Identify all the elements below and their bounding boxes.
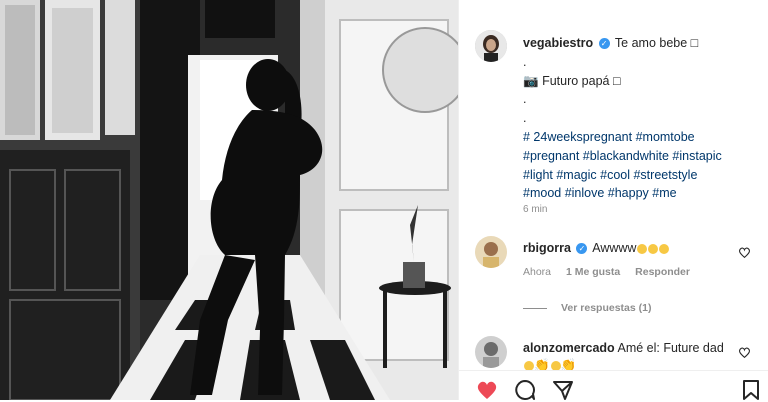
share-icon[interactable] (551, 378, 575, 402)
comment-meta: Ahora 1 Me gusta Responder (523, 266, 702, 278)
hashtags-line-3[interactable]: #light #magic #cool #streetstyle (523, 166, 758, 185)
replies-divider (523, 307, 547, 309)
comment-item: rbigorra ✓ Awwww Ahora 1 Me gusta Respon… (475, 236, 765, 291)
heart-outline-icon[interactable] (738, 346, 751, 359)
post-actions-bar (459, 370, 768, 401)
camera-icon: 📷 (523, 73, 539, 88)
caption-dot-2: . (523, 92, 527, 107)
comment-body: Awwww (592, 241, 637, 255)
caption-dot-1: . (523, 54, 527, 69)
caption-line-2: Futuro papá (542, 73, 613, 88)
post-photo[interactable] (0, 0, 458, 400)
comment-icon[interactable] (513, 378, 537, 402)
hashtags-line-1[interactable]: # 24weekspregnant #momtobe (523, 128, 758, 147)
commenter-username[interactable]: alonzomercado (523, 341, 615, 355)
commenter-avatar[interactable] (475, 236, 507, 268)
heart-eyes-emoji-icon (637, 243, 648, 254)
verified-badge-icon: ✓ (598, 38, 610, 50)
post-side-panel: vegabiestro ✓ Te amo bebe □ . 📷 Futuro p… (458, 0, 768, 400)
instagram-post-view: vegabiestro ✓ Te amo bebe □ . 📷 Futuro p… (0, 0, 768, 400)
author-username[interactable]: vegabiestro (523, 36, 593, 50)
caption-line-1: Te amo bebe (614, 36, 691, 50)
commenter-avatar-image (475, 236, 507, 268)
heart-filled-icon[interactable] (475, 378, 499, 402)
author-avatar[interactable] (475, 30, 507, 62)
heart-eyes-emoji-icon (659, 243, 670, 254)
author-avatar-image (475, 30, 507, 62)
view-replies-label: Ver respuestas (1) (561, 302, 652, 314)
comment-item: alonzomercado Amé el: Future dad 👏 👏 (475, 336, 765, 372)
heart-eyes-emoji-icon (648, 243, 659, 254)
commenter-avatar-image (475, 336, 507, 368)
heart-emoji-icon: □ (690, 36, 699, 50)
post-caption: vegabiestro ✓ Te amo bebe □ . 📷 Futuro p… (523, 34, 758, 203)
comment-text: alonzomercado Amé el: Future dad 👏 👏 (523, 340, 733, 374)
hallway-photo-image (0, 0, 458, 400)
comment-likes[interactable]: 1 Me gusta (566, 266, 620, 278)
caption-dot-3: . (523, 111, 527, 126)
bookmark-icon[interactable] (739, 378, 763, 402)
verified-badge-icon: ✓ (576, 243, 588, 255)
hashtags-line-2[interactable]: #pregnant #blackandwhite #instapic (523, 147, 758, 166)
comment-body: Amé el: Future dad (617, 341, 724, 355)
heart-outline-icon[interactable] (738, 246, 751, 259)
view-replies-button[interactable]: Ver respuestas (1) (523, 302, 651, 314)
post-timestamp[interactable]: 6 min (523, 204, 547, 215)
hashtags-line-4[interactable]: #mood #inlove #happy #me (523, 184, 758, 203)
comment-text: rbigorra ✓ Awwww (523, 240, 733, 257)
reply-button[interactable]: Responder (635, 266, 690, 278)
commenter-username[interactable]: rbigorra (523, 241, 571, 255)
commenter-avatar[interactable] (475, 336, 507, 368)
emoji-box-icon: □ (612, 73, 621, 88)
comment-time[interactable]: Ahora (523, 266, 551, 278)
